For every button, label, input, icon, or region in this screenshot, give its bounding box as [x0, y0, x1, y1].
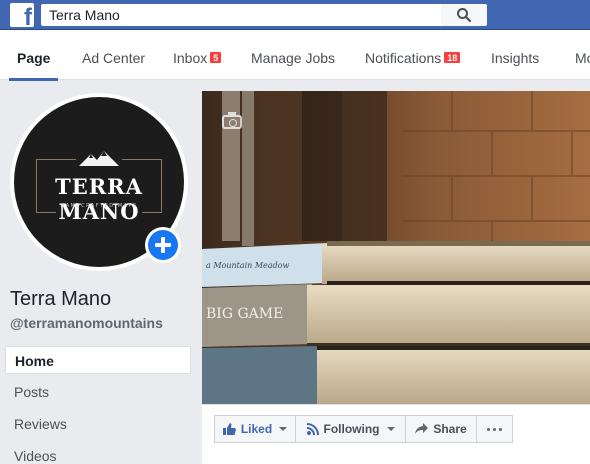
page-action-bar: Liked Following Share — [202, 404, 590, 464]
logo-frame-line — [36, 159, 76, 160]
following-button[interactable]: Following — [295, 415, 406, 443]
share-button[interactable]: Share — [405, 415, 477, 443]
sidebar-item-reviews[interactable]: Reviews — [5, 410, 191, 438]
more-dots-icon — [487, 427, 502, 431]
tab-label: Notifications — [365, 50, 442, 66]
tab-label: Insights — [491, 50, 540, 66]
sidebar-item-posts[interactable]: Posts — [5, 378, 191, 406]
search-icon — [457, 8, 472, 23]
notifications-count-badge: 18 — [443, 51, 462, 64]
logo-tagline: HANDCRAFTED MAPS — [60, 203, 138, 209]
page-title: Terra Mano — [10, 288, 112, 310]
facebook-logo-icon[interactable]: f — [10, 3, 34, 27]
inbox-count-badge: 5 — [209, 51, 223, 64]
page-tabs-bar: Page Ad Center Inbox 5 Manage Jobs Notifi… — [0, 30, 590, 81]
tab-notifications[interactable]: Notifications 18 — [365, 30, 462, 80]
mountains-icon — [79, 151, 119, 166]
rss-feed-icon — [306, 423, 319, 435]
tab-label: Inbox — [173, 50, 208, 66]
page-username[interactable]: @terramanomountains — [10, 315, 163, 331]
sidebar-item-home[interactable]: Home — [5, 346, 191, 374]
tab-more[interactable]: Mo — [575, 30, 590, 80]
book-spine-title: a Mountain Meadow — [206, 261, 290, 270]
plus-icon — [148, 230, 178, 260]
sidebar-item-videos[interactable]: Videos — [5, 442, 191, 464]
top-navigation-bar: f Terra Mano — [0, 0, 590, 30]
following-label: Following — [323, 422, 380, 436]
tab-label: Page — [17, 50, 51, 66]
liked-label: Liked — [240, 422, 273, 436]
cover-photo-books-image — [202, 91, 590, 404]
tab-inbox[interactable]: Inbox 5 — [173, 30, 223, 80]
add-profile-photo-button[interactable] — [145, 227, 181, 263]
tab-manage-jobs[interactable]: Manage Jobs — [251, 30, 335, 80]
tab-page[interactable]: Page — [8, 30, 60, 81]
chevron-down-icon — [279, 427, 288, 431]
tab-label: Manage Jobs — [251, 50, 336, 66]
tab-label: Mo — [575, 50, 590, 66]
more-options-button[interactable] — [476, 415, 513, 443]
search-button[interactable] — [441, 4, 487, 26]
liked-button[interactable]: Liked — [214, 415, 296, 443]
book-spine-title: BIG GAME — [206, 306, 284, 322]
camera-icon[interactable] — [222, 112, 242, 129]
thumbs-up-icon — [222, 423, 236, 435]
share-arrow-icon — [415, 423, 429, 434]
tab-ad-center[interactable]: Ad Center — [82, 30, 145, 80]
cover-photo[interactable]: a Mountain Meadow BIG GAME — [202, 91, 590, 404]
tab-insights[interactable]: Insights — [491, 30, 539, 80]
search-input[interactable]: Terra Mano — [41, 4, 441, 26]
logo-frame-line — [122, 159, 162, 160]
tab-label: Ad Center — [82, 50, 146, 66]
chevron-down-icon — [386, 427, 395, 431]
logo-wordmark: TERRA MANO — [55, 174, 143, 224]
share-label: Share — [433, 422, 467, 436]
